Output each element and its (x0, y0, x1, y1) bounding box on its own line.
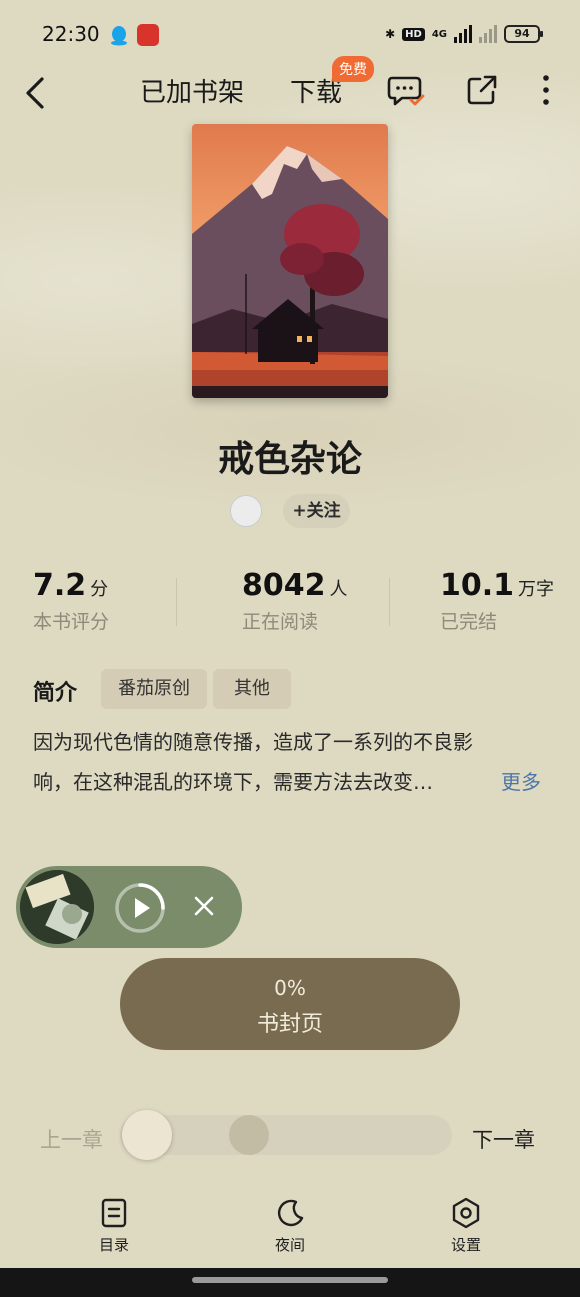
wordcount-unit: 万字 (518, 579, 555, 600)
toc-label: 目录 (98, 1236, 129, 1254)
close-icon[interactable] (192, 894, 216, 918)
thumbnail-art (20, 870, 94, 944)
current-page-label: 书封页 (256, 1012, 323, 1037)
tag-original[interactable]: 番茄原创 (101, 669, 207, 709)
more-icon[interactable] (536, 72, 556, 108)
tag-other[interactable]: 其他 (213, 669, 291, 709)
cover-illustration (192, 124, 388, 398)
share-icon[interactable] (465, 72, 499, 108)
rating-unit: 分 (90, 579, 109, 600)
toc-icon (101, 1198, 127, 1228)
settings-button[interactable]: 设置 (426, 1196, 506, 1255)
page-progress-pill[interactable]: 0% 书封页 (120, 958, 460, 1050)
night-mode-button[interactable]: 夜间 (250, 1196, 330, 1255)
qq-icon (111, 26, 127, 46)
free-badge: 免费 (332, 56, 374, 82)
rating-stat: 7.2 分 本书评分 (33, 568, 109, 634)
follow-button[interactable]: +关注 (283, 494, 350, 528)
readers-stat: 8042 人 正在阅读 (242, 568, 348, 634)
wordcount-label: 已完结 (440, 611, 498, 633)
home-indicator[interactable] (192, 1277, 388, 1283)
comment-icon[interactable] (386, 70, 426, 110)
book-cover[interactable] (192, 124, 388, 398)
rating-label: 本书评分 (33, 611, 110, 633)
bottom-toolbar: 目录 夜间 设置 (0, 1196, 580, 1266)
intro-line-1: 因为现代色情的随意传播，造成了一系列的不良影 (33, 730, 473, 754)
moon-icon (277, 1199, 304, 1227)
hd-icon: HD (402, 27, 425, 41)
settings-icon (452, 1197, 480, 1229)
wordcount-stat: 10.1 万字 已完结 (440, 568, 554, 634)
prev-chapter-button[interactable]: 上一章 (40, 1124, 103, 1154)
intro-heading: 简介 (33, 681, 78, 706)
audio-thumbnail[interactable] (20, 870, 94, 944)
audio-player[interactable] (16, 866, 242, 948)
bluetooth-icon: ✱ (385, 27, 396, 41)
book-title: 戒色杂论 (217, 439, 362, 480)
battery-icon: 94 (504, 25, 543, 43)
top-nav: 已加书架 下载 免费 (0, 56, 580, 124)
readers-unit: 人 (329, 579, 348, 600)
stat-divider (389, 578, 390, 626)
progress-percent: 0% (274, 976, 306, 1000)
settings-label: 设置 (450, 1236, 481, 1254)
chapter-slider-handle[interactable] (122, 1110, 172, 1160)
intro-line-2: 响，在这种混乱的环境下，需要方法去改变… (33, 770, 433, 794)
night-label: 夜间 (274, 1236, 305, 1254)
back-icon[interactable] (20, 71, 52, 115)
readers-value: 8042 (242, 568, 326, 603)
stat-divider (176, 578, 177, 626)
rating-value: 7.2 (33, 568, 87, 603)
status-indicators: ✱ HD 4G 94 (385, 22, 543, 46)
play-icon[interactable] (114, 882, 166, 934)
readers-label: 正在阅读 (242, 611, 319, 633)
signal-secondary-icon (479, 25, 497, 43)
status-time: 22:30 (42, 22, 100, 46)
added-to-shelf-button[interactable]: 已加书架 (140, 72, 244, 109)
next-chapter-button[interactable]: 下一章 (472, 1124, 535, 1154)
signal-icon (454, 25, 472, 43)
more-link[interactable]: 更多 (501, 762, 541, 802)
network-label: 4G (431, 28, 447, 40)
wordcount-value: 10.1 (440, 568, 515, 603)
status-bar: 22:30 ✱ HD 4G 94 (0, 0, 580, 66)
toc-button[interactable]: 目录 (74, 1196, 154, 1255)
app-notification-icon (137, 24, 159, 46)
book-stats: 7.2 分 本书评分 8042 人 正在阅读 10.1 万字 已完结 (0, 568, 580, 638)
author-avatar[interactable] (230, 495, 262, 527)
slider-marker (229, 1115, 269, 1155)
